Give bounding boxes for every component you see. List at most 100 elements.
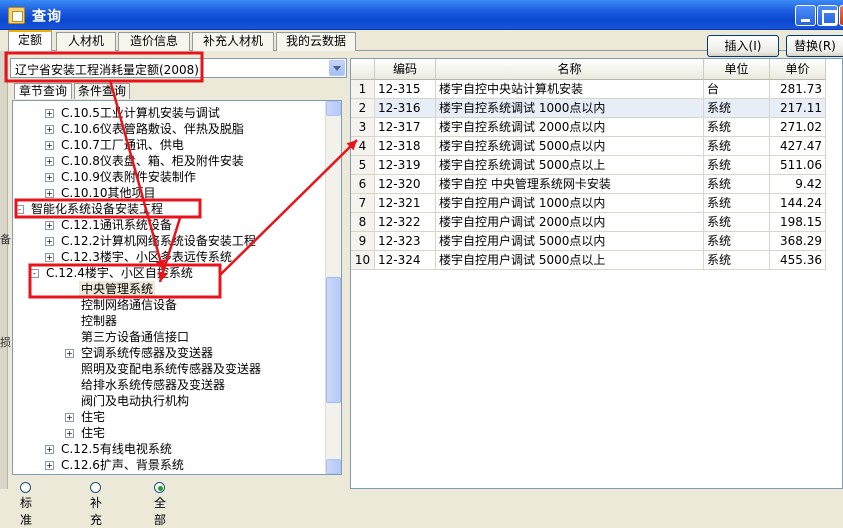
column-header-price[interactable]: 单价 [770, 59, 826, 80]
row-number[interactable]: 10 [351, 251, 375, 270]
expand-icon[interactable]: + [45, 221, 54, 230]
expand-icon[interactable]: + [65, 413, 74, 422]
minimize-button[interactable] [795, 5, 816, 26]
cell-code[interactable]: 12-320 [375, 175, 436, 194]
tab-supplement-lmm[interactable]: 补充人材机 [192, 32, 274, 51]
row-number[interactable]: 2 [351, 99, 375, 118]
cell-name[interactable]: 楼宇自控系统调试 1000点以内 [436, 99, 704, 118]
row-number[interactable]: 4 [351, 137, 375, 156]
scrollbar-thumb[interactable] [326, 277, 341, 403]
cell-price[interactable]: 198.15 [770, 213, 826, 232]
column-header-code[interactable]: 编码 [375, 59, 436, 80]
replace-button[interactable]: 替换(R) [786, 35, 843, 57]
tab-my-cloud-data[interactable]: 我的云数据 [276, 32, 356, 51]
collapse-icon[interactable]: - [30, 269, 39, 278]
expand-icon[interactable]: + [45, 173, 54, 182]
expand-icon[interactable]: + [45, 141, 54, 150]
cell-code[interactable]: 12-318 [375, 137, 436, 156]
cell-code[interactable]: 12-315 [375, 80, 436, 99]
tree-vertical-scrollbar[interactable] [325, 101, 341, 474]
row-number[interactable]: 1 [351, 80, 375, 99]
row-number[interactable]: 5 [351, 156, 375, 175]
row-number[interactable]: 9 [351, 232, 375, 251]
radio-supplement[interactable]: 补充 [90, 480, 102, 528]
cell-unit[interactable]: 台 [704, 80, 770, 99]
cell-name[interactable]: 楼宇自控系统调试 2000点以内 [436, 118, 704, 137]
cell-code[interactable]: 12-322 [375, 213, 436, 232]
subtab-condition-query[interactable]: 条件查询 [74, 83, 130, 99]
cell-price[interactable]: 144.24 [770, 194, 826, 213]
cell-price[interactable]: 281.73 [770, 80, 826, 99]
cell-price[interactable]: 217.11 [770, 99, 826, 118]
cell-unit[interactable]: 系统 [704, 118, 770, 137]
radio-all[interactable]: 全部 [154, 480, 166, 528]
expand-icon[interactable]: + [45, 125, 54, 134]
cell-code[interactable]: 12-316 [375, 99, 436, 118]
title-bar: 查询 [0, 0, 843, 30]
collapse-icon[interactable]: - [15, 205, 24, 214]
row-number[interactable]: 6 [351, 175, 375, 194]
tree-item-label: 中央管理系统 [79, 281, 156, 297]
expand-icon[interactable]: + [45, 237, 54, 246]
cell-unit[interactable]: 系统 [704, 232, 770, 251]
expand-icon[interactable]: + [45, 253, 54, 262]
cell-name[interactable]: 楼宇自控系统调试 5000点以内 [436, 137, 704, 156]
tab-labor-material-machine[interactable]: 人材机 [56, 32, 116, 51]
tab-cost-info[interactable]: 造价信息 [118, 32, 190, 51]
cell-price[interactable]: 455.36 [770, 251, 826, 270]
tree-item-label: C.10.8仪表盘、箱、柜及附件安装 [61, 154, 244, 168]
row-number[interactable]: 3 [351, 118, 375, 137]
cell-price[interactable]: 271.02 [770, 118, 826, 137]
cell-name[interactable]: 楼宇自控用户调试 2000点以内 [436, 213, 704, 232]
scroll-up-arrow-icon[interactable] [326, 101, 341, 116]
cell-code[interactable]: 12-323 [375, 232, 436, 251]
cell-unit[interactable]: 系统 [704, 156, 770, 175]
row-number[interactable]: 8 [351, 213, 375, 232]
cell-code[interactable]: 12-324 [375, 251, 436, 270]
expand-icon[interactable]: + [65, 429, 74, 438]
cell-price[interactable]: 511.06 [770, 156, 826, 175]
insert-button[interactable]: 插入(I) [707, 35, 779, 57]
cell-code[interactable]: 12-317 [375, 118, 436, 137]
cell-name[interactable]: 楼宇自控用户调试 1000点以内 [436, 194, 704, 213]
background-window-edge: 备 损 [0, 51, 11, 489]
scroll-down-arrow-icon[interactable] [326, 459, 341, 474]
tree-item-label: 住宅 [81, 410, 106, 424]
cell-name[interactable]: 楼宇自控用户调试 5000点以上 [436, 251, 704, 270]
radio-standard[interactable]: 标准 [20, 480, 32, 528]
cell-name[interactable]: 楼宇自控系统调试 5000点以上 [436, 156, 704, 175]
tab-quota[interactable]: 定额 [8, 30, 52, 51]
cell-price[interactable]: 9.42 [770, 175, 826, 194]
cell-code[interactable]: 12-319 [375, 156, 436, 175]
cell-name[interactable]: 楼宇自控 中央管理系统网卡安装 [436, 175, 704, 194]
close-button[interactable] [839, 5, 843, 26]
expand-icon[interactable]: + [65, 349, 74, 358]
quota-library-select[interactable]: 辽宁省安装工程消耗量定额(2008) [10, 58, 347, 78]
cell-unit[interactable]: 系统 [704, 137, 770, 156]
cell-code[interactable]: 12-321 [375, 194, 436, 213]
expand-icon[interactable]: + [45, 189, 54, 198]
cell-unit[interactable]: 系统 [704, 213, 770, 232]
chevron-down-icon[interactable] [329, 60, 345, 76]
tree-item-label: C.12.4楼宇、小区自控系统 [46, 266, 193, 280]
row-number[interactable]: 7 [351, 194, 375, 213]
grid-corner [351, 59, 375, 80]
column-header-name[interactable]: 名称 [436, 59, 704, 80]
cell-unit[interactable]: 系统 [704, 175, 770, 194]
cell-price[interactable]: 368.29 [770, 232, 826, 251]
tree-item-label: 给排水系统传感器及变送器 [81, 378, 226, 392]
cell-price[interactable]: 427.47 [770, 137, 826, 156]
subtab-chapter-query[interactable]: 章节查询 [14, 83, 72, 99]
column-header-unit[interactable]: 单位 [704, 59, 770, 80]
cell-name[interactable]: 楼宇自控用户调试 5000点以内 [436, 232, 704, 251]
cell-name[interactable]: 楼宇自控中央站计算机安装 [436, 80, 704, 99]
expand-icon[interactable]: + [45, 109, 54, 118]
expand-icon[interactable]: + [45, 461, 54, 470]
cell-unit[interactable]: 系统 [704, 251, 770, 270]
cell-unit[interactable]: 系统 [704, 194, 770, 213]
cell-unit[interactable]: 系统 [704, 99, 770, 118]
expand-icon[interactable]: + [45, 157, 54, 166]
expand-icon[interactable]: + [45, 445, 54, 454]
maximize-button[interactable] [817, 5, 838, 26]
app-icon [8, 7, 25, 24]
